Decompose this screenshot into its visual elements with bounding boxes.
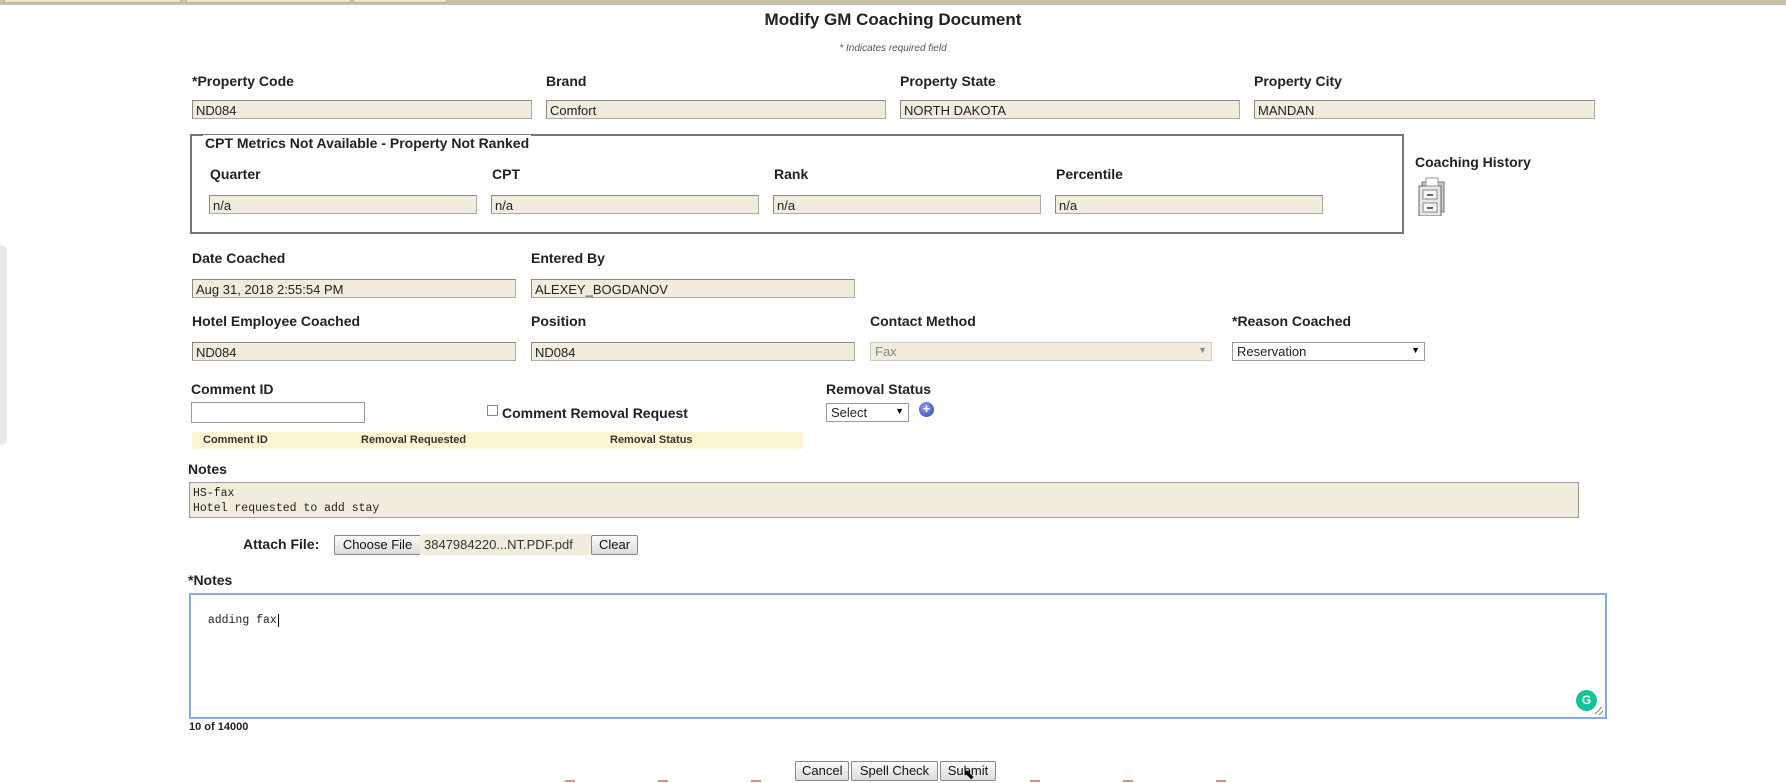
resize-handle[interactable] xyxy=(1595,707,1603,715)
entered-by-field[interactable]: ALEXEY_BOGDANOV xyxy=(531,279,855,298)
property-state-field[interactable]: NORTH DAKOTA xyxy=(900,100,1240,119)
quarter-label: Quarter xyxy=(210,166,261,182)
removal-status-value: Select xyxy=(831,405,868,420)
chevron-down-icon: ▼ xyxy=(1411,345,1420,355)
add-icon[interactable]: + xyxy=(919,402,934,417)
removal-status-label: Removal Status xyxy=(826,381,932,397)
brand-field[interactable]: Comfort xyxy=(546,100,886,119)
choose-file-button[interactable]: Choose File xyxy=(334,535,421,555)
column-header-removal-status: Removal Status xyxy=(610,434,693,446)
removal-table-header: Comment ID Removal Requested Removal Sta… xyxy=(192,432,803,449)
page-title: Modify GM Coaching Document xyxy=(764,10,1022,29)
file-cabinet-icon[interactable] xyxy=(1416,176,1448,216)
clear-file-button[interactable]: Clear xyxy=(591,535,638,555)
property-code-label: *Property Code xyxy=(192,73,294,89)
rank-label: Rank xyxy=(774,166,809,182)
comment-removal-checkbox[interactable] xyxy=(487,405,498,416)
top-tab xyxy=(186,0,351,3)
attach-file-label: Attach File: xyxy=(243,536,320,552)
property-city-label: Property City xyxy=(1254,73,1342,89)
percentile-field[interactable]: n/a xyxy=(1055,195,1323,214)
notes-history-textarea[interactable]: HS-fax Hotel requested to add stay xyxy=(189,482,1579,518)
percentile-label: Percentile xyxy=(1056,166,1123,182)
notes-textarea-text: adding fax xyxy=(207,614,277,627)
contact-method-value: Fax xyxy=(875,344,897,359)
property-code-field[interactable]: ND084 xyxy=(192,100,532,119)
date-coached-label: Date Coached xyxy=(192,250,286,266)
cancel-button[interactable]: Cancel xyxy=(795,761,849,781)
column-header-comment-id: Comment ID xyxy=(203,434,268,446)
employee-coached-label: Hotel Employee Coached xyxy=(192,313,361,329)
reason-coached-value: Reservation xyxy=(1237,344,1307,359)
browser-top-bar xyxy=(0,0,1786,5)
coaching-history-label: Coaching History xyxy=(1415,154,1531,170)
contact-method-select[interactable]: Fax ▼ xyxy=(870,342,1212,361)
removal-status-select[interactable]: Select ▼ xyxy=(826,403,909,422)
position-field[interactable]: ND084 xyxy=(531,342,855,361)
property-state-label: Property State xyxy=(900,73,996,89)
entered-by-label: Entered By xyxy=(531,250,605,266)
chevron-down-icon: ▼ xyxy=(1198,345,1207,355)
notes-label: *Notes xyxy=(188,572,233,588)
attached-filename: 3847984220...NT.PDF.pdf xyxy=(420,534,591,555)
character-counter: 10 of 14000 xyxy=(189,721,249,733)
chevron-down-icon: ▼ xyxy=(895,406,904,416)
quarter-field[interactable]: n/a xyxy=(209,195,477,214)
notes-textarea[interactable]: adding fax xyxy=(189,593,1607,719)
spell-check-button[interactable]: Spell Check xyxy=(851,761,938,781)
position-label: Position xyxy=(531,313,587,329)
comment-id-input[interactable] xyxy=(191,402,365,423)
comment-id-label: Comment ID xyxy=(191,381,274,397)
top-tab xyxy=(4,0,181,3)
cpt-label: CPT xyxy=(492,166,520,182)
mouse-cursor-icon: ⬉ xyxy=(963,766,975,782)
notes-history-label: Notes xyxy=(188,461,227,477)
cpt-metrics-legend: CPT Metrics Not Available - Property Not… xyxy=(203,135,532,151)
top-tab xyxy=(353,0,447,3)
text-caret xyxy=(277,614,279,627)
brand-label: Brand xyxy=(546,73,587,89)
grammarly-icon[interactable]: G xyxy=(1576,690,1597,711)
property-city-field[interactable]: MANDAN xyxy=(1254,100,1595,119)
left-edge-handle xyxy=(0,245,7,445)
column-header-removal-requested: Removal Requested xyxy=(361,434,467,446)
rank-field[interactable]: n/a xyxy=(773,195,1041,214)
comment-removal-label: Comment Removal Request xyxy=(502,405,688,421)
date-coached-field[interactable]: Aug 31, 2018 2:55:54 PM xyxy=(192,279,516,298)
reason-coached-select[interactable]: Reservation ▼ xyxy=(1232,342,1425,361)
contact-method-label: Contact Method xyxy=(870,313,976,329)
reason-coached-label: *Reason Coached xyxy=(1232,313,1352,329)
employee-coached-field[interactable]: ND084 xyxy=(192,342,516,361)
required-note: * Indicates required field xyxy=(839,43,947,54)
cpt-field[interactable]: n/a xyxy=(491,195,759,214)
